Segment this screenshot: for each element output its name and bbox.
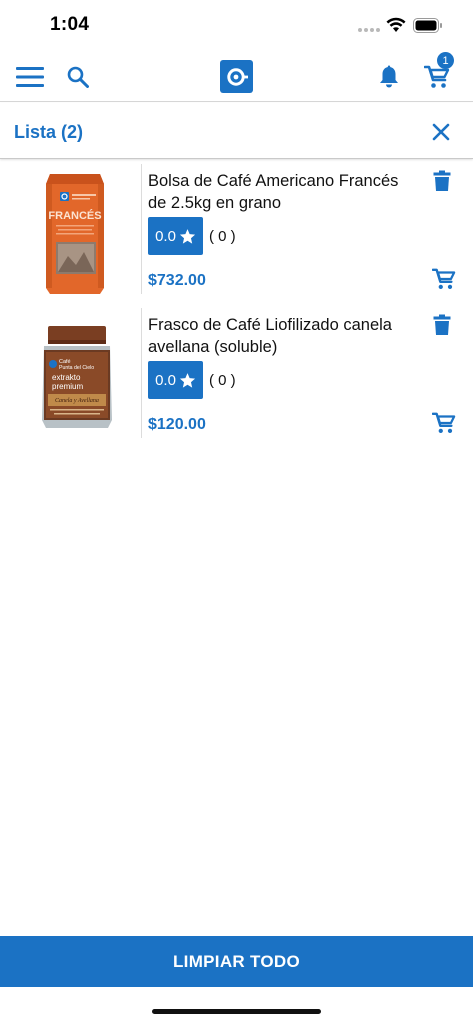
coffee-bag-image: FRANCÉS <box>46 174 104 294</box>
jar-brand-sublabel: Punta del Cielo <box>59 365 94 371</box>
add-to-cart-icon <box>432 412 456 433</box>
trash-icon <box>433 314 451 335</box>
rating-count: ( 0 ) <box>209 372 236 389</box>
list-header: Lista (2) <box>0 103 473 159</box>
jar-product-sublabel: premium <box>52 382 83 391</box>
coffee-jar-image: Café Punta del Cielo extrakto premium Ca… <box>42 326 112 428</box>
notifications-button[interactable] <box>375 63 403 91</box>
status-time: 1:04 <box>50 14 90 35</box>
battery-icon <box>413 18 442 33</box>
trash-icon <box>433 170 451 191</box>
add-to-cart-button[interactable] <box>430 409 458 437</box>
coffee-bag-label: FRANCÉS <box>48 209 101 222</box>
product-divider <box>141 308 142 438</box>
clear-all-button[interactable]: LIMPIAR TODO <box>0 936 473 987</box>
product-name[interactable]: Bolsa de Café Americano Francés de 2.5kg… <box>148 170 418 214</box>
search-button[interactable] <box>64 63 92 91</box>
product-name[interactable]: Frasco de Café Liofilizado canela avella… <box>148 314 418 358</box>
product-price: $120.00 <box>148 416 206 433</box>
delete-button[interactable] <box>431 168 453 194</box>
delete-button[interactable] <box>431 312 453 338</box>
home-indicator[interactable] <box>152 1009 321 1014</box>
jar-product-label: extrakto <box>52 373 81 382</box>
rating-value: 0.0 <box>155 371 176 389</box>
wifi-icon <box>386 17 406 32</box>
list-item[interactable]: Café Punta del Cielo extrakto premium Ca… <box>0 304 473 448</box>
app-header <box>0 52 473 102</box>
menu-button[interactable] <box>14 63 46 91</box>
jar-flavor-label: Canela y Avellana <box>55 398 99 404</box>
list-title: Lista (2) <box>14 122 84 142</box>
rating-count: ( 0 ) <box>209 228 236 245</box>
close-icon <box>432 123 450 141</box>
close-button[interactable] <box>429 120 453 144</box>
cart-badge: 1 <box>437 52 454 69</box>
star-icon <box>179 228 196 244</box>
rating-badge: 0.0 <box>148 361 203 399</box>
product-divider <box>141 164 142 294</box>
add-to-cart-icon <box>432 268 456 289</box>
product-price: $732.00 <box>148 272 206 289</box>
bell-icon <box>380 65 398 88</box>
signal-dots-icon <box>358 28 380 34</box>
rating-badge: 0.0 <box>148 217 203 255</box>
star-icon <box>179 372 196 388</box>
app-logo-icon <box>226 67 248 86</box>
search-icon <box>67 66 89 88</box>
add-to-cart-button[interactable] <box>430 265 458 293</box>
menu-icon <box>16 67 44 87</box>
status-bar: 1:04 <box>0 0 473 52</box>
rating-value: 0.0 <box>155 227 176 245</box>
app-logo[interactable] <box>220 60 253 93</box>
list-item[interactable]: FRANCÉS Bolsa de Café Americano Francés … <box>0 160 473 304</box>
